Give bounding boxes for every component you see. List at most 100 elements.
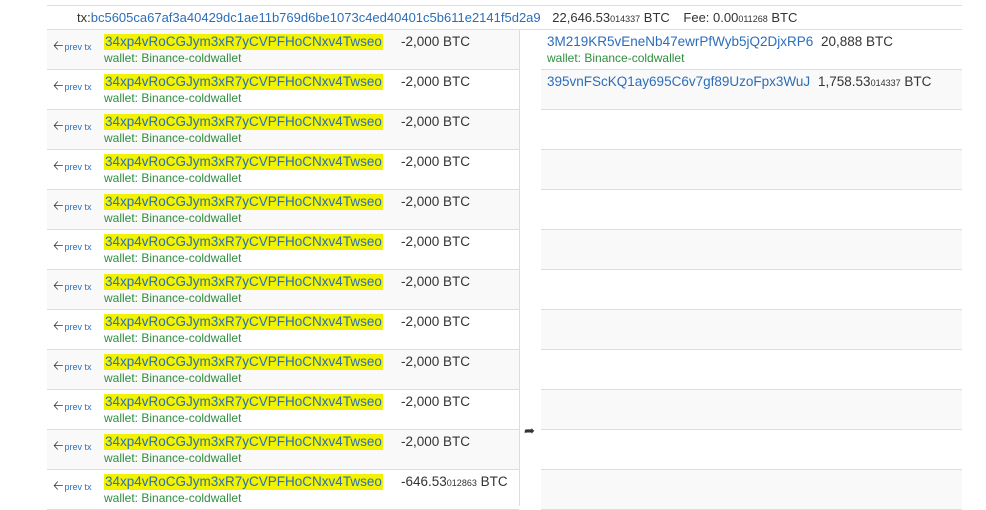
input-row: 🡠prev tx 34xp4vRoCGJym3xR7yCVPFHoCNxv4Tws… [47,150,519,190]
left-arrow-icon: 🡠 [53,398,64,413]
input-address-link[interactable]: 34xp4vRoCGJym3xR7yCVPFHoCNxv4Twseo [104,234,383,250]
input-address-link[interactable]: 34xp4vRoCGJym3xR7yCVPFHoCNxv4Twseo [104,474,383,490]
prev-tx-label: prev tx [64,442,92,452]
input-amount: -2,000 BTC [401,314,470,331]
input-wallet-link[interactable]: wallet: Binance-coldwallet [104,91,241,105]
flow-divider: ➦ [519,30,543,506]
input-amount-small: 012863 [446,478,477,488]
input-row: 🡠prev tx 34xp4vRoCGJym3xR7yCVPFHoCNxv4Tws… [47,310,519,350]
input-address-link[interactable]: 34xp4vRoCGJym3xR7yCVPFHoCNxv4Twseo [104,394,383,410]
input-amount-main: -646.53 [401,474,447,489]
input-wallet-link[interactable]: wallet: Binance-coldwallet [104,51,241,65]
left-arrow-icon: 🡠 [53,478,64,493]
input-amount-main: -2,000 BTC [401,234,471,249]
prev-tx-label: prev tx [64,482,92,492]
prev-tx-link[interactable]: 🡠prev tx [53,277,92,299]
prev-tx-label: prev tx [64,242,92,252]
outputs-list: 3M219KR5vEneNb47ewrPfWyb5jQ2DjxRP6 20,888… [541,30,962,510]
tx-fee: Fee: 0.00011268 BTC [683,10,797,25]
prev-tx-link[interactable]: 🡠prev tx [53,477,92,499]
prev-tx-label: prev tx [64,402,92,412]
prev-tx-link[interactable]: 🡠prev tx [53,37,92,59]
input-address-link[interactable]: 34xp4vRoCGJym3xR7yCVPFHoCNxv4Twseo [104,114,383,130]
prev-tx-link[interactable]: 🡠prev tx [53,117,92,139]
prev-tx-label: prev tx [64,162,92,172]
input-amount: -2,000 BTC [401,114,470,131]
input-wallet-link[interactable]: wallet: Binance-coldwallet [104,211,241,225]
input-amount-main: -2,000 BTC [401,274,471,289]
left-arrow-icon: 🡠 [53,278,64,293]
output-wallet-link[interactable]: wallet: Binance-coldwallet [547,51,684,65]
output-amount: 1,758.53014337 BTC [818,74,931,91]
prev-tx-link[interactable]: 🡠prev tx [53,237,92,259]
input-amount-main: -2,000 BTC [401,154,471,169]
output-amount-unit: BTC [900,74,932,89]
input-wallet-link[interactable]: wallet: Binance-coldwallet [104,251,241,265]
output-address-link[interactable]: 395vnFScKQ1ay695C6v7gf89UzoFpx3WuJ [547,74,810,90]
left-arrow-icon: 🡠 [53,38,64,53]
left-arrow-icon: 🡠 [53,238,64,253]
input-amount: -2,000 BTC [401,394,470,411]
input-amount: -2,000 BTC [401,74,470,91]
prev-tx-link[interactable]: 🡠prev tx [53,157,92,179]
input-wallet-link[interactable]: wallet: Binance-coldwallet [104,371,241,385]
empty-output-row [541,230,962,270]
input-wallet-link[interactable]: wallet: Binance-coldwallet [104,131,241,145]
input-address-link[interactable]: 34xp4vRoCGJym3xR7yCVPFHoCNxv4Twseo [104,274,383,290]
input-address-link[interactable]: 34xp4vRoCGJym3xR7yCVPFHoCNxv4Twseo [104,354,383,370]
fee-unit: BTC [771,10,798,25]
inputs-list: 🡠prev tx 34xp4vRoCGJym3xR7yCVPFHoCNxv4Tws… [47,30,519,510]
input-wallet-link[interactable]: wallet: Binance-coldwallet [104,331,241,345]
fee-main: 0.00 [713,10,739,25]
input-wallet-link[interactable]: wallet: Binance-coldwallet [104,291,241,305]
empty-output-row [541,190,962,230]
left-arrow-icon: 🡠 [53,198,64,213]
input-wallet-link[interactable]: wallet: Binance-coldwallet [104,171,241,185]
input-address-link[interactable]: 34xp4vRoCGJym3xR7yCVPFHoCNxv4Twseo [104,434,383,450]
prev-tx-label: prev tx [64,322,92,332]
empty-output-row [541,470,962,510]
input-row: 🡠prev tx 34xp4vRoCGJym3xR7yCVPFHoCNxv4Tws… [47,350,519,390]
prev-tx-link[interactable]: 🡠prev tx [53,437,92,459]
input-amount-unit: BTC [476,474,508,489]
input-wallet-link[interactable]: wallet: Binance-coldwallet [104,491,241,505]
prev-tx-link[interactable]: 🡠prev tx [53,77,92,99]
input-row: 🡠prev tx 34xp4vRoCGJym3xR7yCVPFHoCNxv4Tws… [47,70,519,110]
prev-tx-label: prev tx [64,42,92,52]
empty-output-row [541,270,962,310]
input-amount: -2,000 BTC [401,434,470,451]
empty-output-row [541,310,962,350]
output-row: 3M219KR5vEneNb47ewrPfWyb5jQ2DjxRP6 20,888… [541,30,962,70]
input-address-link[interactable]: 34xp4vRoCGJym3xR7yCVPFHoCNxv4Twseo [104,314,383,330]
empty-output-row [541,110,962,150]
prev-tx-link[interactable]: 🡠prev tx [53,197,92,219]
output-amount: 20,888 BTC [821,34,893,51]
input-amount-main: -2,000 BTC [401,394,471,409]
input-amount-main: -2,000 BTC [401,194,471,209]
input-amount: -2,000 BTC [401,34,470,51]
input-amount: -646.53012863 BTC [401,474,508,491]
input-amount-main: -2,000 BTC [401,354,471,369]
tx-label: tx: [77,10,91,25]
input-wallet-link[interactable]: wallet: Binance-coldwallet [104,411,241,425]
input-address-link[interactable]: 34xp4vRoCGJym3xR7yCVPFHoCNxv4Twseo [104,154,383,170]
output-address-link[interactable]: 3M219KR5vEneNb47ewrPfWyb5jQ2DjxRP6 [547,34,813,50]
output-amount-main: 20,888 BTC [821,34,894,49]
transaction-header: tx:bc5605ca67af3a40429dc1ae11b769d6be107… [47,5,962,30]
prev-tx-link[interactable]: 🡠prev tx [53,317,92,339]
input-wallet-link[interactable]: wallet: Binance-coldwallet [104,451,241,465]
input-address-link[interactable]: 34xp4vRoCGJym3xR7yCVPFHoCNxv4Twseo [104,74,383,90]
empty-output-row [541,430,962,470]
tx-total-small: 014337 [610,14,641,24]
prev-tx-link[interactable]: 🡠prev tx [53,397,92,419]
tx-hash-link[interactable]: bc5605ca67af3a40429dc1ae11b769d6be1073c4… [91,10,541,25]
left-arrow-icon: 🡠 [53,318,64,333]
input-address-link[interactable]: 34xp4vRoCGJym3xR7yCVPFHoCNxv4Twseo [104,194,383,210]
input-amount-main: -2,000 BTC [401,434,471,449]
input-address-link[interactable]: 34xp4vRoCGJym3xR7yCVPFHoCNxv4Twseo [104,34,383,50]
prev-tx-link[interactable]: 🡠prev tx [53,357,92,379]
input-row: 🡠prev tx 34xp4vRoCGJym3xR7yCVPFHoCNxv4Tws… [47,270,519,310]
input-amount: -2,000 BTC [401,154,470,171]
input-row: 🡠prev tx 34xp4vRoCGJym3xR7yCVPFHoCNxv4Tws… [47,190,519,230]
input-row: 🡠prev tx 34xp4vRoCGJym3xR7yCVPFHoCNxv4Tws… [47,230,519,270]
